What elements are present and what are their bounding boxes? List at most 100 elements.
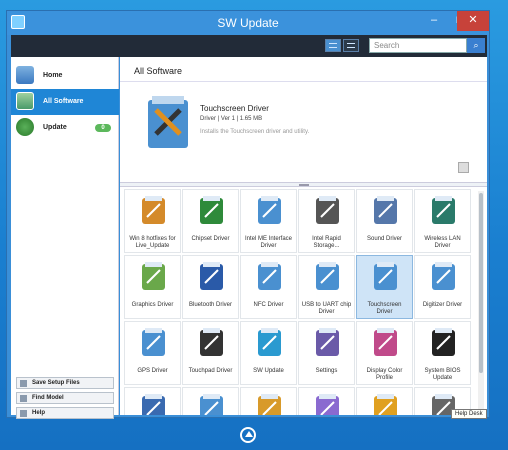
software-icon — [258, 394, 281, 415]
help-button[interactable]: Help — [16, 407, 114, 419]
software-tile[interactable]: Graphics Driver — [124, 255, 181, 319]
software-tile-label: Settings — [315, 368, 338, 374]
software-tile[interactable]: NFC Driver — [240, 255, 297, 319]
sidebar-item-home[interactable]: Home — [11, 63, 119, 89]
scroll-thumb[interactable] — [479, 193, 483, 373]
close-button[interactable]: ✕ — [457, 11, 489, 31]
software-tile-label: Sound Driver — [366, 236, 402, 242]
up-arrow-icon[interactable] — [240, 427, 256, 443]
software-icon — [16, 92, 34, 110]
software-tile[interactable]: Touchscreen Driver — [356, 255, 413, 319]
software-tile-label: Intel ME Interface Driver — [244, 236, 293, 249]
software-tile[interactable]: Intel ME Interface Driver — [240, 189, 297, 253]
software-tile-label: System BIOS Update — [424, 368, 461, 381]
software-tile[interactable]: Touchpad Driver — [182, 321, 239, 385]
install-button[interactable] — [458, 162, 469, 173]
search-icon[interactable]: ⌕ — [467, 38, 485, 53]
save-setup-files-label: Save Setup Files — [32, 380, 80, 386]
software-tile[interactable]: USB to UART chip Driver — [298, 255, 355, 319]
software-tile[interactable]: GPS Driver — [124, 321, 181, 385]
software-tile[interactable] — [240, 387, 297, 415]
software-tile[interactable]: Settings — [298, 321, 355, 385]
software-tile[interactable] — [182, 387, 239, 415]
software-icon — [374, 196, 397, 224]
panel-splitter[interactable] — [120, 182, 487, 187]
sidebar: Home All Software Update 0 Save Setup Fi… — [11, 57, 119, 419]
find-icon — [20, 395, 27, 402]
list-view-button[interactable] — [325, 39, 341, 52]
help-icon — [20, 410, 27, 417]
software-icon — [200, 328, 223, 356]
software-tile-label: Display Color Profile — [366, 368, 403, 381]
sidebar-item-label: Update — [43, 124, 67, 131]
software-tile[interactable] — [298, 387, 355, 415]
software-tile[interactable]: Sound Driver — [356, 189, 413, 253]
update-icon — [16, 118, 34, 136]
software-icon — [316, 262, 339, 290]
software-icon — [200, 262, 223, 290]
software-tile-label: Graphics Driver — [131, 302, 174, 308]
software-icon — [258, 328, 281, 356]
software-tile[interactable]: SW Update — [240, 321, 297, 385]
selected-software-description: Installs the Touchscreen driver and util… — [200, 129, 310, 135]
title-bar: SW Update – □ ✕ — [7, 11, 489, 35]
software-icon — [374, 394, 397, 415]
software-tile-label: Bluetooth Driver — [188, 302, 233, 308]
grid-scrollbar[interactable] — [478, 191, 484, 413]
software-icon — [432, 328, 455, 356]
software-tile[interactable]: Digitizer Driver — [414, 255, 471, 319]
software-tile[interactable]: Win 8 hotfixes for Live_Update — [124, 189, 181, 253]
software-tile-label: NFC Driver — [253, 302, 284, 308]
software-tile[interactable] — [124, 387, 181, 415]
sidebar-item-label: Home — [43, 72, 63, 79]
software-tile[interactable]: Bluetooth Driver — [182, 255, 239, 319]
page-title: All Software — [134, 66, 183, 76]
minimize-button[interactable]: – — [421, 11, 447, 31]
software-grid: Win 8 hotfixes for Live_Update Chipset Dr… — [124, 189, 476, 415]
software-icon — [258, 196, 281, 224]
software-icon — [200, 196, 223, 224]
find-model-label: Find Model — [32, 395, 64, 401]
software-tile[interactable]: System BIOS Update — [414, 321, 471, 385]
help-label: Help — [32, 410, 46, 416]
grid-view-button[interactable] — [343, 39, 359, 52]
software-tile-label: Touchpad Driver — [188, 368, 233, 374]
software-tile[interactable]: Chipset Driver — [182, 189, 239, 253]
selected-software-name: Touchscreen Driver — [200, 104, 269, 113]
software-icon — [258, 262, 281, 290]
software-tile-label: Chipset Driver — [191, 236, 230, 242]
software-icon — [432, 262, 455, 290]
sidebar-item-all-software[interactable]: All Software — [11, 89, 119, 115]
software-icon — [374, 262, 397, 290]
software-tile-label: SW Update — [253, 368, 284, 374]
software-tile-label: Wireless LAN Driver — [424, 236, 461, 249]
software-tile-label: Win 8 hotfixes for Live_Update — [129, 236, 176, 249]
software-icon — [142, 394, 165, 415]
software-tile[interactable]: Wireless LAN Driver — [414, 189, 471, 253]
software-icon — [316, 328, 339, 356]
save-icon — [20, 380, 27, 387]
sidebar-item-update[interactable]: Update 0 — [11, 115, 119, 141]
software-tile[interactable]: Display Color Profile — [356, 321, 413, 385]
software-icon — [200, 394, 223, 415]
software-icon — [432, 196, 455, 224]
main-panel: All Software Touchscreen Driver Driver |… — [120, 57, 487, 419]
search-input[interactable]: Search — [369, 38, 467, 53]
software-tile-label: Touchscreen Driver — [367, 302, 402, 315]
software-tile-label: GPS Driver — [137, 368, 168, 374]
update-count-badge: 0 — [95, 124, 111, 132]
software-tile[interactable] — [356, 387, 413, 415]
find-model-button[interactable]: Find Model — [16, 392, 114, 404]
software-tile[interactable]: Intel Rapid Storage... — [298, 189, 355, 253]
software-icon — [142, 262, 165, 290]
save-setup-files-button[interactable]: Save Setup Files — [16, 377, 114, 389]
selected-software-meta: Driver | Ver 1 | 1.65 MB — [200, 116, 263, 122]
software-icon — [374, 328, 397, 356]
software-tile-label: Digitizer Driver — [422, 302, 463, 308]
driver-tools-icon — [148, 96, 188, 148]
home-icon — [16, 66, 34, 84]
software-icon — [142, 196, 165, 224]
software-icon — [142, 328, 165, 356]
software-tile-label: USB to UART chip Driver — [301, 302, 352, 315]
title-divider — [120, 81, 487, 82]
